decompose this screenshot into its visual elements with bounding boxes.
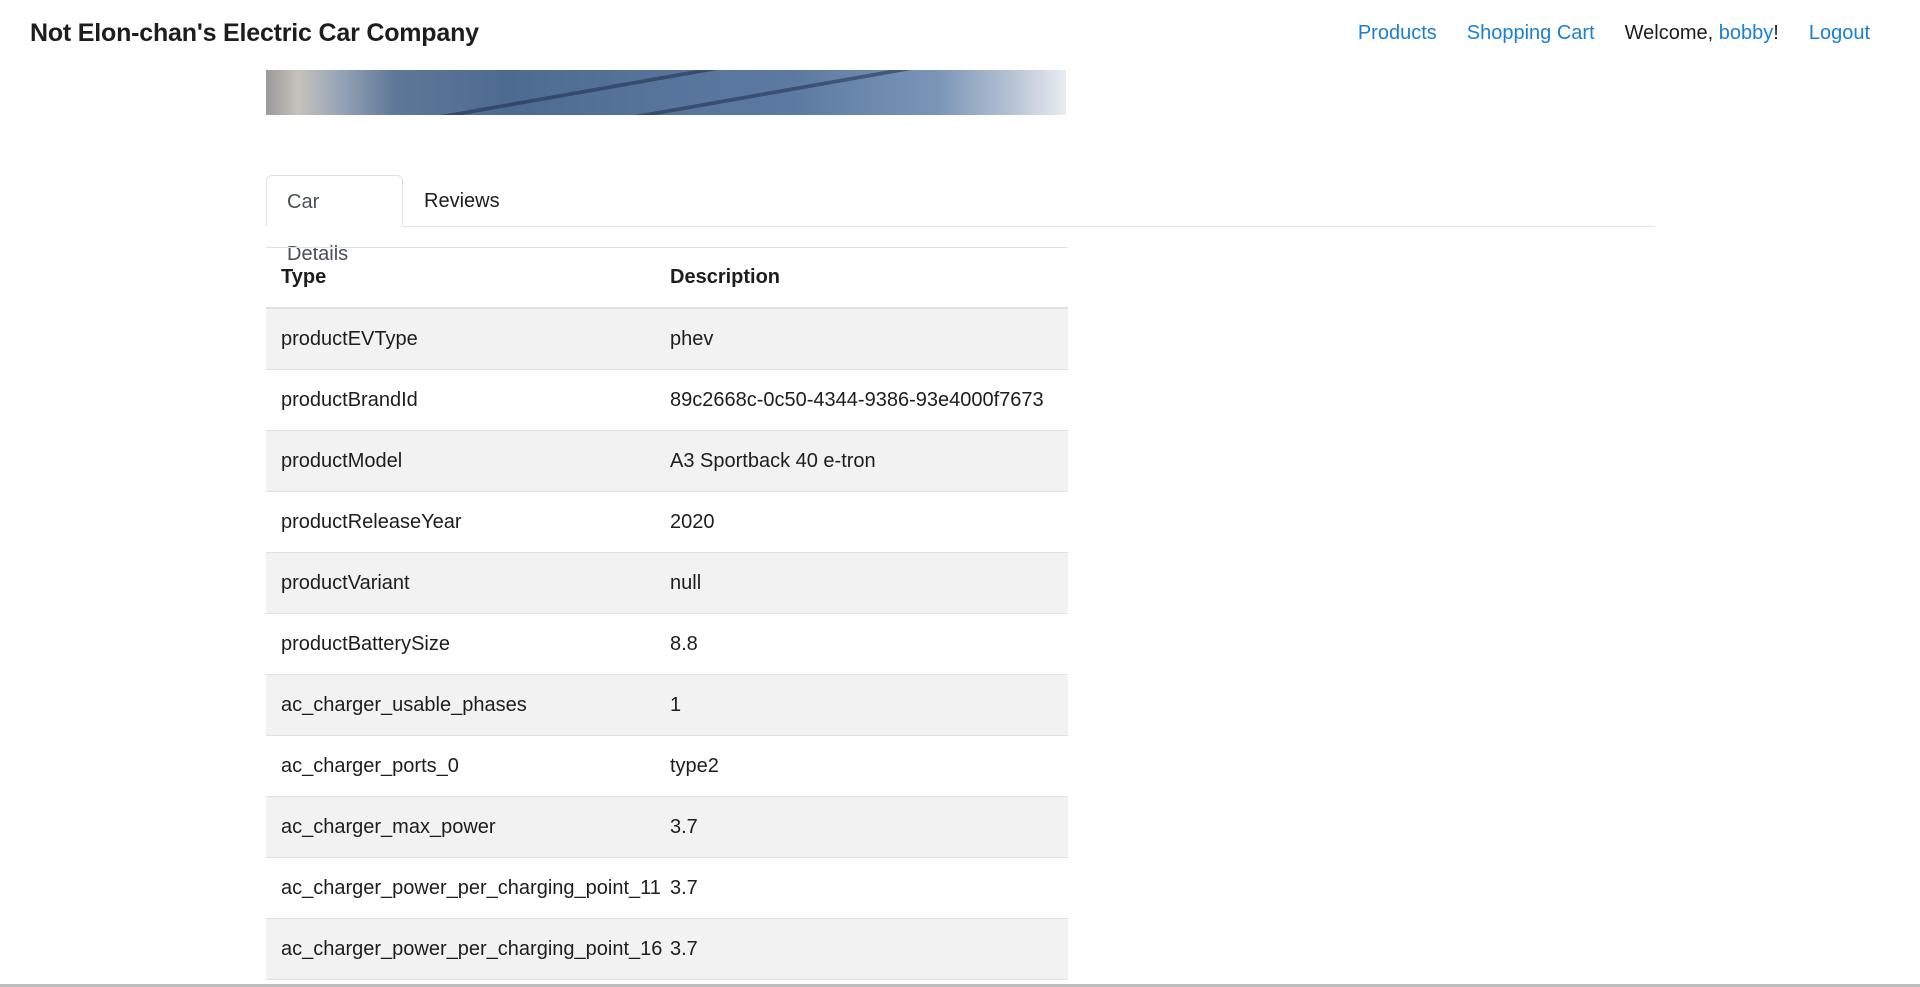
row-description: phev xyxy=(670,327,714,350)
brand-title[interactable]: Not Elon-chan's Electric Car Company xyxy=(30,19,479,48)
row-description: 3.7 xyxy=(670,815,698,838)
header-type: Type xyxy=(281,266,327,288)
car-details-table: Type Description productEVType phev produ… xyxy=(266,247,1068,980)
table-row: ac_charger_usable_phases 1 xyxy=(266,675,1068,736)
row-type: ac_charger_power_per_charging_point_16 xyxy=(281,937,663,960)
table-row: productVariant null xyxy=(266,553,1068,614)
row-type: productReleaseYear xyxy=(281,510,462,533)
table-row: ac_charger_ports_0 type2 xyxy=(266,736,1068,797)
car-image xyxy=(266,66,1066,115)
row-description: 2020 xyxy=(670,510,715,533)
row-description: A3 Sportback 40 e-tron xyxy=(670,449,876,472)
row-description: 3.7 xyxy=(670,937,698,960)
welcome-suffix: ! xyxy=(1773,22,1779,44)
welcome-text: Welcome, bobby! xyxy=(1625,22,1779,45)
row-type: productEVType xyxy=(281,327,418,350)
row-description: 89c2668c-0c50-4344-9386-93e4000f7673 xyxy=(670,388,1044,411)
table-row: ac_charger_power_per_charging_point_16 3.… xyxy=(266,919,1068,980)
table-row: productBrandId 89c2668c-0c50-4344-9386-93… xyxy=(266,370,1068,431)
table-row: productEVType phev xyxy=(266,309,1068,370)
row-description: 1 xyxy=(670,693,682,716)
top-navbar: Not Elon-chan's Electric Car Company Pro… xyxy=(0,0,1920,70)
row-type: productBrandId xyxy=(281,388,418,411)
row-type: ac_charger_usable_phases xyxy=(281,693,527,716)
logout-link[interactable]: Logout xyxy=(1809,22,1870,45)
table-header: Type Description xyxy=(266,248,1068,309)
row-type: ac_charger_max_power xyxy=(281,815,496,838)
row-description: 8.8 xyxy=(670,632,698,655)
table-row: productBatterySize 8.8 xyxy=(266,614,1068,675)
tab-car-details[interactable]: Car Details xyxy=(266,175,403,265)
row-type: ac_charger_power_per_charging_point_11 xyxy=(281,876,661,899)
username-link[interactable]: bobby xyxy=(1719,22,1774,44)
welcome-prefix: Welcome, xyxy=(1624,22,1719,44)
row-type: productModel xyxy=(281,449,403,472)
table-row: productReleaseYear 2020 xyxy=(266,492,1068,553)
header-description: Description xyxy=(670,266,781,288)
table-row: ac_charger_max_power 3.7 xyxy=(266,797,1068,858)
row-type: ac_charger_ports_0 xyxy=(281,754,459,777)
row-type: productBatterySize xyxy=(281,632,450,655)
table-row: productModel A3 Sportback 40 e-tron xyxy=(266,431,1068,492)
nav-links: Products Shopping Cart Welcome, bobby! L… xyxy=(1358,22,1870,45)
table-body: productEVType phev productBrandId 89c2668c… xyxy=(266,309,1068,980)
row-description: type2 xyxy=(670,754,719,777)
row-type: productVariant xyxy=(281,571,410,594)
nav-products-link[interactable]: Products xyxy=(1358,22,1437,45)
detail-tabs: Car Details Reviews xyxy=(266,175,1654,265)
tab-reviews[interactable]: Reviews xyxy=(404,175,520,227)
row-description: 3.7 xyxy=(670,876,698,899)
row-description: null xyxy=(670,571,702,594)
table-row: ac_charger_power_per_charging_point_11 3.… xyxy=(266,858,1068,919)
nav-cart-link[interactable]: Shopping Cart xyxy=(1467,22,1595,45)
